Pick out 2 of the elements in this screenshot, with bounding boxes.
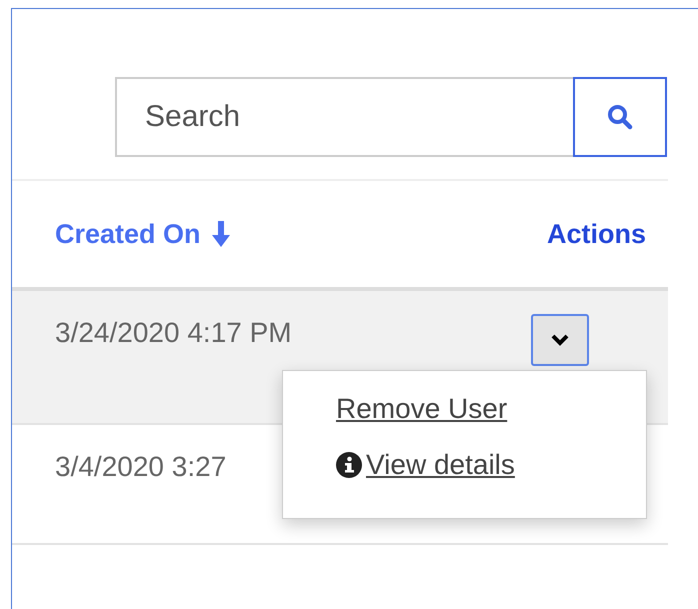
date-cell: 3/24/2020 4:17 PM xyxy=(55,317,292,349)
date-cell: 3/4/2020 3:27 xyxy=(55,451,226,483)
